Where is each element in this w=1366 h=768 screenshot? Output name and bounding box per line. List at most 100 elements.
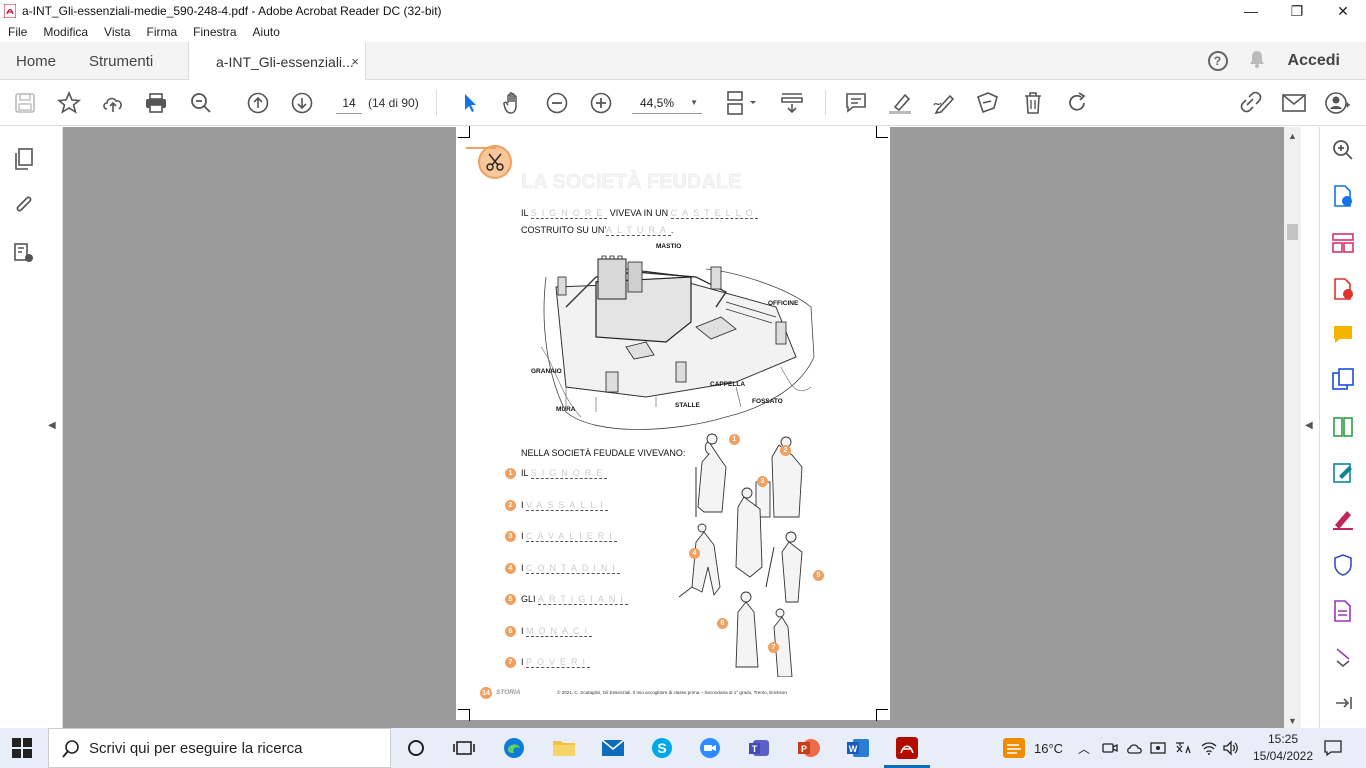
network-device-icon[interactable] — [1150, 728, 1168, 768]
sentence-text: VIVEVA IN UN — [609, 208, 669, 218]
scroll-mode-icon[interactable] — [779, 90, 805, 116]
sign-icon[interactable] — [975, 90, 1001, 116]
email-icon[interactable] — [1281, 90, 1307, 116]
tab-tools[interactable]: Strumenti — [89, 42, 153, 80]
onedrive-icon[interactable] — [1126, 728, 1144, 768]
scroll-down-icon[interactable]: ▼ — [1288, 716, 1297, 726]
figure-number-badge: 4 — [689, 548, 700, 559]
role-article: IL — [521, 468, 529, 478]
task-view-icon[interactable] — [452, 736, 476, 760]
chevron-up-icon[interactable]: ︿ — [1078, 728, 1090, 768]
forms-icon[interactable] — [1331, 599, 1355, 623]
teams-icon[interactable]: T — [747, 736, 771, 760]
rotate-icon[interactable] — [1064, 90, 1090, 116]
upload-cloud-icon[interactable] — [100, 90, 126, 116]
close-window-button[interactable]: ✕ — [1320, 0, 1366, 22]
file-explorer-icon[interactable] — [551, 736, 575, 760]
export-pdf-icon[interactable] — [1331, 184, 1355, 208]
windows-start-icon[interactable] — [12, 738, 32, 758]
compare-files-icon[interactable] — [1331, 415, 1355, 439]
skype-icon[interactable]: S — [650, 736, 674, 760]
help-icon[interactable]: ? — [1207, 51, 1228, 71]
zoom-app-icon[interactable] — [698, 736, 722, 760]
save-icon[interactable] — [12, 90, 38, 116]
menu-modifica[interactable]: Modifica — [35, 25, 96, 39]
expand-right-pane-icon[interactable]: ◀ — [1305, 420, 1313, 431]
role-article: GLI — [521, 594, 536, 604]
maximize-button[interactable]: ❐ — [1274, 0, 1320, 22]
highlight-pen-icon[interactable] — [887, 90, 913, 116]
fill-sign-icon[interactable] — [1331, 507, 1355, 531]
draw-pen-icon[interactable] — [931, 90, 957, 116]
sign-in-button[interactable]: Accedi — [1288, 52, 1340, 70]
link-icon[interactable] — [1237, 90, 1263, 116]
weather-icon[interactable] — [1001, 736, 1025, 760]
list-item: IL SIGNORE — [521, 468, 608, 479]
print-icon[interactable] — [143, 90, 169, 116]
comment-icon[interactable] — [843, 90, 869, 116]
page-layout-icon[interactable] — [722, 90, 762, 116]
next-page-icon[interactable] — [289, 90, 315, 116]
select-cursor-icon[interactable] — [456, 90, 482, 116]
zoom-out-icon[interactable] — [544, 90, 570, 116]
more-tools-chevron-icon[interactable] — [1331, 645, 1355, 669]
zoom-level-value: 44,5% — [640, 95, 675, 110]
menu-finestra[interactable]: Finestra — [185, 25, 244, 39]
powerpoint-icon[interactable]: P — [796, 736, 820, 760]
taskbar-search-input[interactable]: Scrivi qui per eseguire la ricerca — [48, 728, 391, 768]
attachment-icon[interactable] — [12, 193, 36, 217]
minimize-button[interactable]: — — [1228, 0, 1274, 22]
combine-files-icon[interactable] — [1331, 367, 1355, 391]
volume-icon[interactable] — [1222, 728, 1240, 768]
collapse-left-pane-icon[interactable]: ◀ — [48, 420, 56, 431]
list-item: I CONTADINI — [521, 563, 620, 574]
page-thumbnails-icon[interactable] — [12, 147, 36, 171]
organize-pages-icon[interactable] — [1331, 231, 1355, 255]
previous-page-icon[interactable] — [245, 90, 271, 116]
clock[interactable]: 15:25 15/04/2022 — [1250, 731, 1316, 765]
menu-firma[interactable]: Firma — [139, 25, 186, 39]
list-item: I POVERI — [521, 657, 591, 668]
hand-tool-icon[interactable] — [500, 90, 526, 116]
wifi-icon[interactable] — [1200, 728, 1218, 768]
collapse-tools-icon[interactable] — [1331, 691, 1355, 715]
protect-shield-icon[interactable] — [1331, 553, 1355, 577]
share-user-icon[interactable] — [1325, 90, 1351, 116]
chevron-down-icon: ▼ — [690, 98, 698, 107]
scroll-up-icon[interactable]: ▲ — [1288, 131, 1297, 141]
document-settings-icon[interactable] — [12, 241, 36, 265]
meet-now-icon[interactable] — [1102, 728, 1118, 768]
mail-icon[interactable] — [600, 736, 625, 760]
word-icon[interactable]: W — [845, 736, 869, 760]
acrobat-taskbar-icon[interactable] — [894, 736, 918, 760]
zoom-in-icon[interactable] — [588, 90, 614, 116]
zoom-level-select[interactable]: 44,5% ▼ — [632, 92, 702, 114]
edit-pdf-icon[interactable] — [1331, 461, 1355, 485]
page-number-input[interactable]: 14 — [336, 92, 362, 114]
list-item: GLI ARTIGIANI — [521, 594, 628, 605]
create-pdf-icon[interactable] — [1331, 277, 1355, 301]
notifications-icon[interactable] — [1323, 728, 1343, 768]
bell-icon[interactable] — [1248, 49, 1266, 74]
search-zoom-icon[interactable] — [1331, 138, 1355, 162]
crop-mark — [458, 126, 470, 138]
tab-home[interactable]: Home — [16, 42, 56, 80]
star-icon[interactable] — [56, 90, 82, 116]
pdf-page[interactable]: LA SOCIETÀ FEUDALE IL SIGNORE VIVEVA IN … — [456, 126, 890, 721]
menu-file[interactable]: File — [0, 25, 35, 39]
input-language-icon[interactable] — [1174, 728, 1192, 768]
tab-document[interactable]: a-INT_Gli-essenziali... × — [188, 42, 366, 81]
comment-tool-icon[interactable] — [1331, 323, 1355, 347]
cortana-icon[interactable] — [404, 736, 428, 760]
edge-browser-icon[interactable] — [502, 736, 526, 760]
scrollbar-thumb[interactable] — [1287, 224, 1298, 240]
temperature-text[interactable]: 16°C — [1034, 728, 1063, 768]
vertical-scrollbar[interactable]: ▲ ▼ — [1284, 127, 1301, 728]
close-tab-icon[interactable]: × — [351, 54, 359, 69]
zoom-out-search-icon[interactable] — [188, 90, 214, 116]
crop-mark — [458, 709, 470, 721]
menu-vista[interactable]: Vista — [96, 25, 138, 39]
menu-aiuto[interactable]: Aiuto — [245, 25, 288, 39]
trash-icon[interactable] — [1020, 90, 1046, 116]
svg-text:P: P — [801, 744, 807, 754]
